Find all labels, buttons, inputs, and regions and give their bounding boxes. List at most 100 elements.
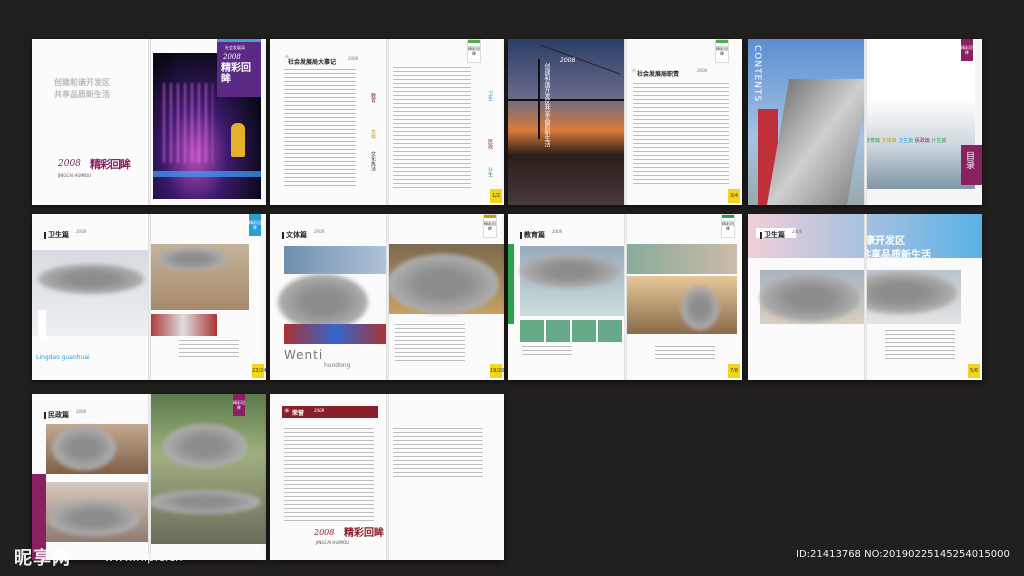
brochure-spread-events: ✳ 社会发展局大事记 2008 教育 文体 文化执法 精彩回眸 卫生 民政 计生…: [270, 39, 504, 205]
cover-left-page: 创建和谐开发区 共享品质新生活 2008 精彩回眸 JINGCAI HUIMOU: [32, 39, 149, 205]
health-title-year: 2008: [76, 229, 87, 234]
health-pinyin: Lingdao guanhuai: [36, 354, 90, 361]
cover-title: 精彩回眸: [221, 63, 251, 85]
events-left-page: ✳ 社会发展局大事记 2008 教育 文体 文化执法: [270, 39, 387, 205]
blurred-photo: [520, 254, 620, 288]
events-title: 社会发展局大事记: [288, 59, 337, 66]
side-label-civil: 民政: [487, 139, 493, 149]
badge-box: 精彩回眸: [721, 214, 735, 238]
logo-sub: JINGCAI HUIMOU: [58, 173, 92, 178]
brochure-spread-honors: ✳ 荣誉 2008 2008 精彩回眸 JINGCAI HUIMOU: [270, 394, 504, 560]
health2-left-page: 卫生篇 2008: [748, 214, 865, 380]
sports-photo: [284, 246, 387, 274]
honors-logo-year: 2008: [314, 528, 335, 537]
side-label-health: 卫生: [487, 91, 493, 101]
honors-logo-text: 精彩回眸: [344, 528, 384, 539]
culture-right-page: 精彩回眸 19/20: [387, 214, 504, 380]
watermark-logo: 昵享网: [14, 548, 71, 569]
badge-box: 精彩回眸: [467, 39, 481, 63]
honors-text-block-right: [393, 428, 483, 478]
events-text-block-right: [393, 67, 471, 191]
blurred-photo: [163, 424, 247, 468]
caption-text: [522, 346, 572, 356]
health-title: 卫生篇: [44, 230, 69, 240]
brochure-spread-civil: 民政篇 2008 精彩回眸: [32, 394, 266, 560]
cover-small-text: 社会发展局: [225, 45, 245, 50]
community-photo: [149, 394, 266, 544]
civil-title: 民政篇: [44, 410, 69, 420]
health-right-page: 精彩回眸 23/24: [149, 214, 266, 380]
badge-box: 精彩回眸: [233, 394, 245, 416]
health2-slogan-1: 建设健康开发区: [865, 236, 905, 247]
event-photo: [284, 324, 387, 344]
culture-left-page: 文体篇 2008 Wenti huodong: [270, 214, 387, 380]
education-title: 教育篇: [520, 230, 545, 240]
page-number: 7/8: [728, 364, 740, 378]
education-left-page: 教育篇 2008: [508, 214, 625, 380]
honors-title-year: 2008: [314, 408, 325, 413]
page-number: 5/6: [968, 364, 980, 378]
building-photo: [748, 39, 865, 205]
honors-text-block: [284, 428, 374, 524]
duties-right-page: ✳ 社会发展局职责 2008 精彩回眸 3/4: [625, 39, 742, 205]
events-title-year: 2008: [348, 56, 359, 61]
honors-right-page: [387, 394, 504, 560]
meeting-photo: [149, 314, 217, 336]
brochure-spread-duties: 创建和谐开发区共享品质新生活 2008 ✳ 社会发展局职责 2008 精彩回眸 …: [508, 39, 742, 205]
section-culture: 文体篇: [881, 138, 897, 144]
logo-text: 精彩回眸: [90, 158, 131, 171]
section-plan: 计生篇: [931, 138, 947, 144]
side-label-plan: 计生: [487, 167, 493, 177]
health2-right-page: 建设健康开发区 共享品质新生活 5/6: [865, 214, 982, 380]
honors-title: 荣誉: [292, 410, 305, 417]
campus-model-photo: [625, 244, 737, 274]
education-right-page: 精彩回眸 7/8: [625, 214, 742, 380]
model-photos: [520, 320, 625, 342]
page-number: 19/20: [490, 364, 504, 378]
section-civil: 民政篇: [914, 138, 930, 144]
brochure-spread-culture: 文体篇 2008 Wenti huodong 精彩回眸 19/20: [270, 214, 504, 380]
civil-title-year: 2008: [76, 409, 87, 414]
blurred-photo: [387, 254, 499, 314]
cover-year: 2008: [223, 53, 241, 61]
page-number: 1/2: [490, 189, 502, 203]
cover-right-page: 社会发展局 2008 精彩回眸: [149, 39, 266, 205]
sections-nav: 教育篇 文体篇 卫生篇 民政篇 计生篇: [865, 137, 982, 145]
health2-title-year: 2008: [792, 229, 803, 234]
brochure-spread-health: 卫生篇 2008 Lingdao guanhuai 精彩回眸 23/24: [32, 214, 266, 380]
vertical-slogan: 创建和谐开发区共享品质新生活: [543, 63, 550, 147]
page-number: 23/24: [252, 364, 266, 378]
education-title-year: 2008: [552, 229, 563, 234]
duties-title: 社会发展局职责: [637, 71, 680, 78]
slogan-line-1: 创建和谐开发区: [54, 78, 110, 87]
side-label-law: 文化执法: [370, 151, 376, 171]
watermark-url: www.nipic.cn: [104, 550, 183, 564]
caption-text: [395, 324, 465, 364]
health2-title: 卫生篇: [760, 230, 785, 240]
culture-pinyin-2: huodong: [324, 362, 351, 369]
caption-text: [885, 330, 955, 360]
blurred-photo: [149, 490, 261, 514]
health-left-page: 卫生篇 2008 Lingdao guanhuai: [32, 214, 149, 380]
brochure-spread-cover: 创建和谐开发区 共享品质新生活 2008 精彩回眸 JINGCAI HUIMOU…: [32, 39, 266, 205]
badge-box: 精彩回眸: [249, 214, 261, 236]
culture-pinyin-1: Wenti: [284, 348, 324, 362]
blurred-photo: [48, 500, 140, 536]
duties-left-page: 创建和谐开发区共享品质新生活 2008: [508, 39, 625, 205]
badge-box: 精彩回眸: [483, 214, 497, 238]
blurred-photo: [52, 426, 116, 470]
page-number: 3/4: [728, 189, 740, 203]
star-icon: ✳: [631, 67, 637, 75]
brochure-spread-health-2: 卫生篇 2008 建设健康开发区 共享品质新生活 5/6: [748, 214, 982, 380]
duties-text-block: [633, 83, 729, 187]
events-right-page: 精彩回眸 卫生 民政 计生 1/2: [387, 39, 504, 205]
section-edu: 教育篇: [865, 138, 881, 144]
badge-box: 精彩回眸: [715, 39, 729, 63]
mulu-label: 目录: [964, 151, 974, 169]
contents-heading: CONTENTS: [752, 45, 762, 103]
brochure-spread-contents: CONTENTS 精彩回眸 教育篇 文体篇 卫生篇 民政篇 计生篇 目录: [748, 39, 982, 205]
watermark-id: ID:21413768 NO:20190225145254015000: [796, 549, 1010, 560]
contents-right-page: 精彩回眸 教育篇 文体篇 卫生篇 民政篇 计生篇 目录: [865, 39, 982, 205]
section-health: 卫生篇: [898, 138, 914, 144]
caption-text: [179, 340, 239, 358]
